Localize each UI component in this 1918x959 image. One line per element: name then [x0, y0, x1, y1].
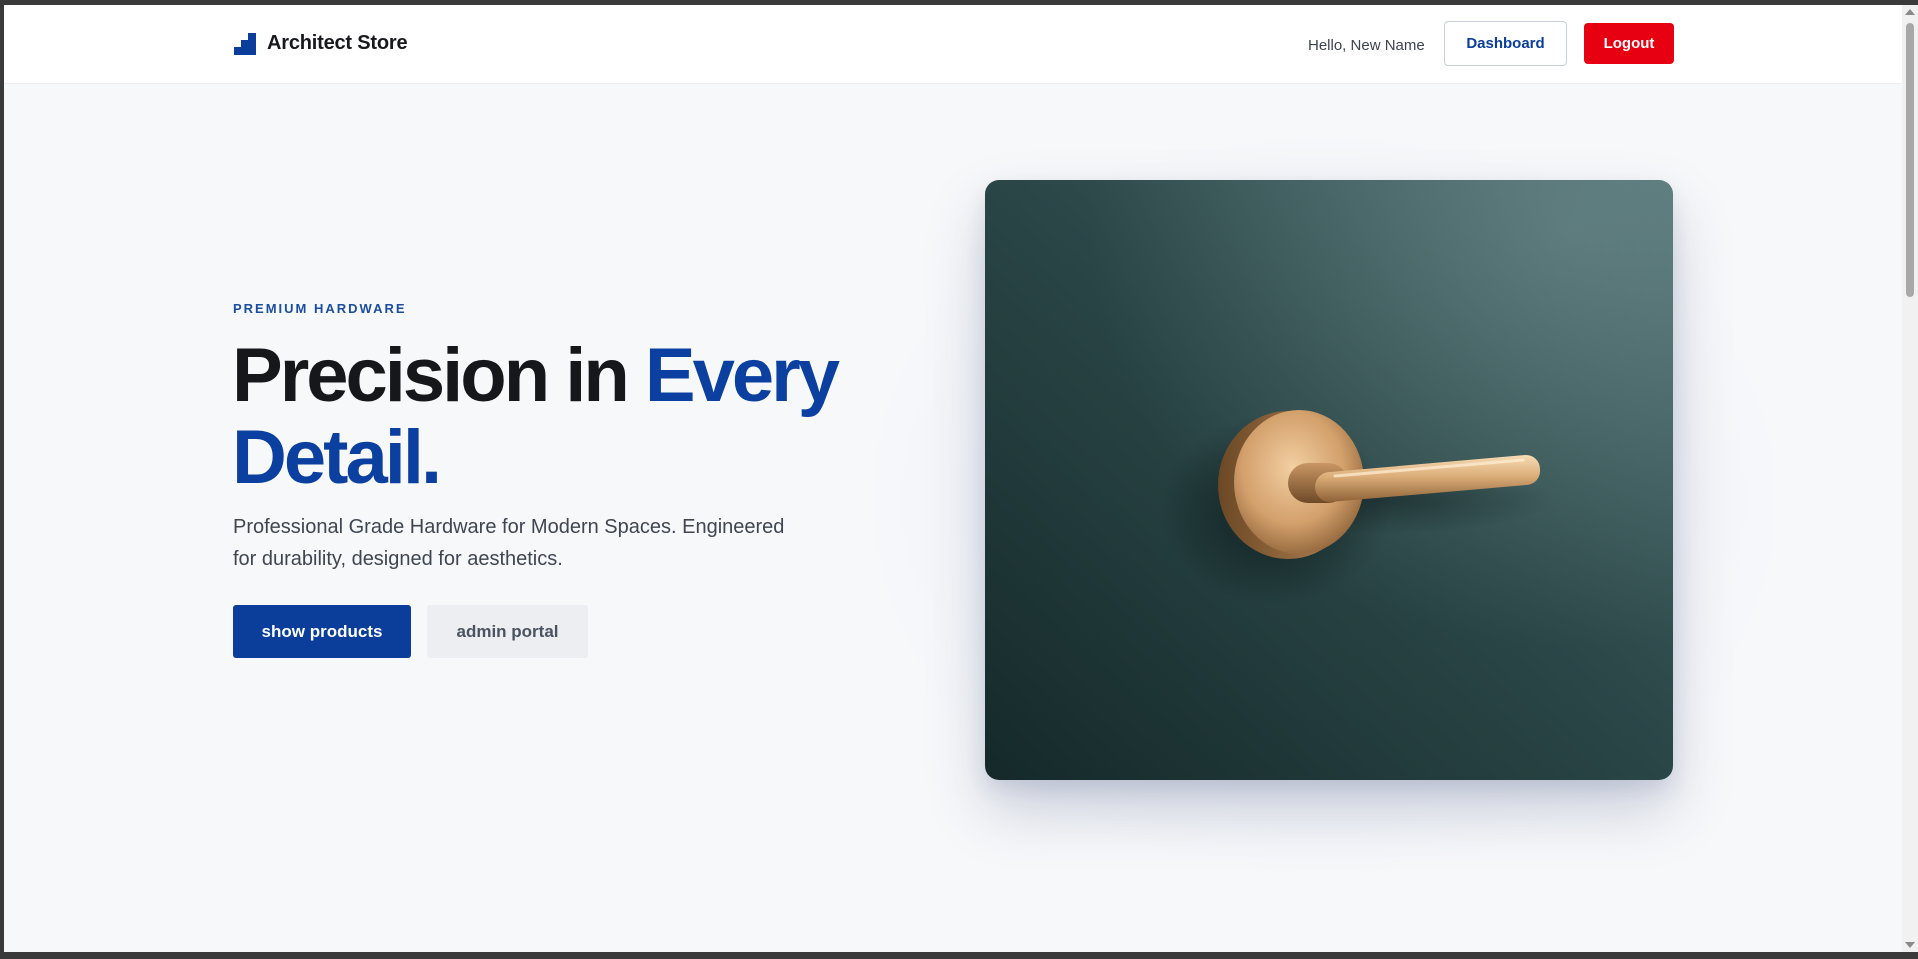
hero-image-door-handle: [985, 180, 1673, 780]
stair-steps-logo-icon: [234, 32, 256, 55]
vertical-scrollbar[interactable]: [1902, 5, 1918, 952]
logout-button[interactable]: Logout: [1584, 23, 1674, 64]
chevron-up-icon[interactable]: [1905, 9, 1915, 15]
user-greeting: Hello, New Name: [1308, 37, 1425, 54]
brand-logo-link[interactable]: Architect Store: [234, 32, 408, 55]
door-handle-illustration: [985, 180, 1673, 780]
brand-name: Architect Store: [267, 32, 408, 54]
hero-headline: Precision in Every Detail.: [232, 335, 872, 499]
scrollbar-thumb[interactable]: [1906, 23, 1914, 297]
admin-portal-button[interactable]: admin portal: [427, 605, 588, 658]
top-nav: Architect Store Hello, New Name Dashboar…: [4, 5, 1902, 84]
page-viewport: Architect Store Hello, New Name Dashboar…: [4, 5, 1902, 952]
headline-plain: Precision in: [232, 333, 645, 418]
chevron-down-icon[interactable]: [1905, 942, 1915, 948]
show-products-button[interactable]: show products: [233, 605, 411, 658]
hero-subtitle: Professional Grade Hardware for Modern S…: [233, 516, 785, 570]
hero-eyebrow: PREMIUM HARDWARE: [233, 301, 407, 316]
dashboard-button[interactable]: Dashboard: [1444, 21, 1567, 66]
